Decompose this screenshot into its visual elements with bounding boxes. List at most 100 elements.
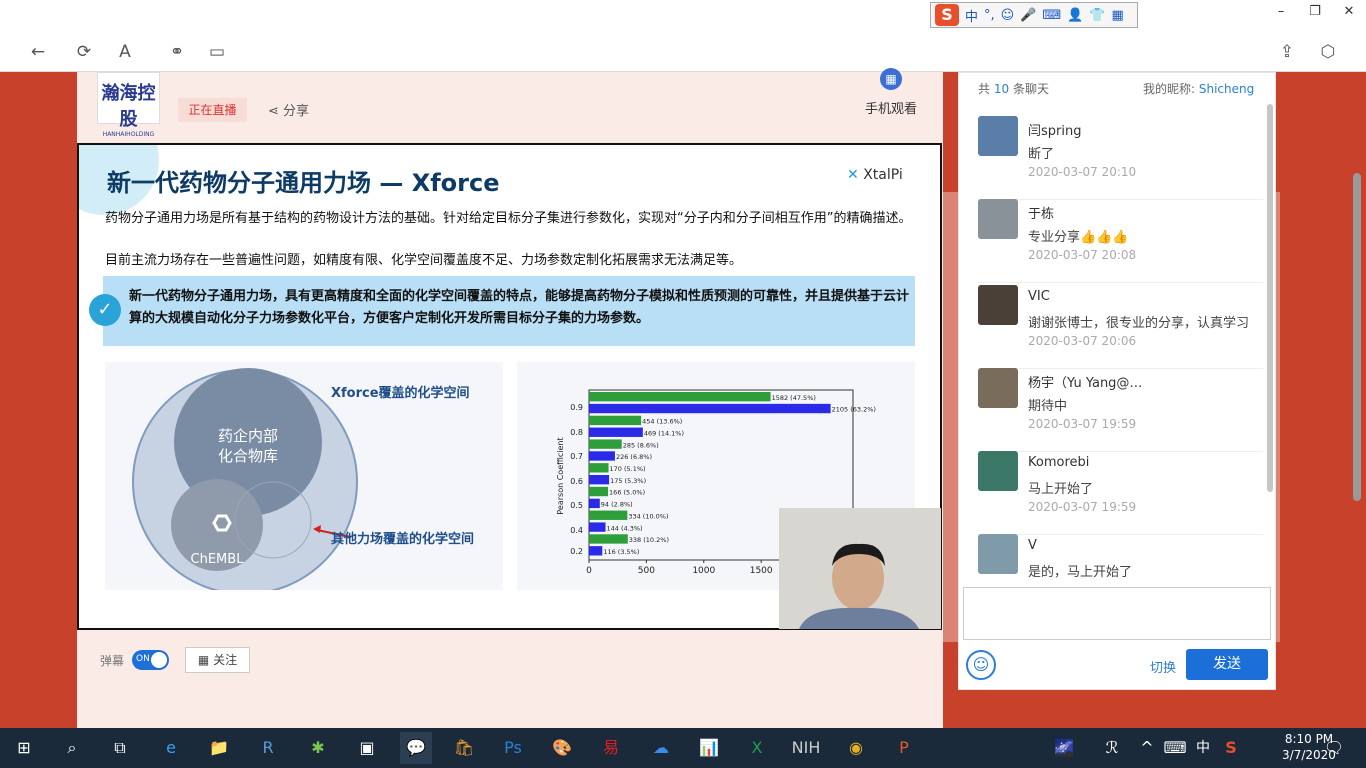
- project-icon[interactable]: 📊: [693, 732, 725, 764]
- share-button[interactable]: ⋖ 分享: [268, 100, 309, 119]
- bar-label: 285 (8.6%): [623, 441, 659, 449]
- extension-icon[interactable]: ⬡: [1315, 39, 1341, 65]
- bar: [589, 415, 642, 426]
- sender-name: 杨宇（Yu Yang@…: [1028, 376, 1143, 391]
- check-icon: ✓: [89, 294, 121, 326]
- page-scrollbar[interactable]: [1353, 173, 1361, 501]
- ime-mode[interactable]: 中: [965, 6, 978, 25]
- chat-count-suffix: 条聊天: [1012, 82, 1049, 96]
- x-tick-label: 0: [586, 566, 592, 576]
- explorer-icon[interactable]: 📁: [203, 732, 235, 764]
- ime-toolbar[interactable]: S 中 °, ☺ 🎤 ⌨ 👤 👕 ▦: [930, 2, 1138, 28]
- message-time: 2020-03-07 20:08: [1028, 248, 1137, 262]
- nickname-value[interactable]: Shicheng: [1199, 82, 1254, 96]
- store-icon[interactable]: 🛍: [448, 732, 480, 764]
- powerpoint-icon[interactable]: P: [888, 732, 920, 764]
- notification-icon[interactable]: 🗨: [1318, 732, 1350, 764]
- sogou-tray-icon[interactable]: S: [1215, 732, 1247, 764]
- company-logo: 瀚海控股 HANHAIHOLDING: [97, 72, 160, 138]
- emoji-icon[interactable]: ☺: [966, 650, 996, 680]
- share-icon: ⋖: [268, 104, 284, 119]
- bar: [589, 403, 831, 414]
- chat-input[interactable]: [963, 587, 1271, 640]
- y-tick-label: 0.5: [570, 501, 583, 510]
- follow-button[interactable]: ▦ 关注: [185, 647, 250, 673]
- bar: [589, 522, 606, 532]
- avatar: [978, 285, 1018, 325]
- tab-icon[interactable]: ▭: [204, 39, 230, 65]
- y-axis-label: Pearson Coefficient: [556, 437, 565, 514]
- message-content: 期待中: [1028, 399, 1068, 414]
- reader-icon[interactable]: A: [112, 39, 138, 65]
- switch-button[interactable]: 切换: [1150, 657, 1176, 676]
- restore-button[interactable]: ❐: [1300, 4, 1330, 24]
- minimize-button[interactable]: –: [1266, 4, 1296, 24]
- ime-grid-icon[interactable]: ▦: [1112, 8, 1124, 23]
- close-button[interactable]: ✕: [1334, 4, 1364, 24]
- link-icon[interactable]: ⚭: [164, 39, 190, 65]
- chat-nickname: 我的昵称: Shicheng: [1143, 80, 1254, 97]
- bar-label: 454 (13.6%): [642, 418, 682, 426]
- excel-icon[interactable]: X: [741, 732, 773, 764]
- venn-diagram: Xforce覆盖的化学空间 药企内部 化合物库 ChEMBL 其他力场覆盖的化学…: [105, 362, 503, 595]
- tray-app-icon[interactable]: 🌌: [1048, 732, 1080, 764]
- logo-text: 瀚海控股: [101, 83, 156, 130]
- bar: [589, 451, 615, 461]
- bar-label: 226 (6.8%): [616, 453, 652, 461]
- refresh-icon[interactable]: ⟳: [71, 39, 97, 65]
- edge-icon[interactable]: e: [155, 732, 187, 764]
- mobile-watch-button[interactable]: ▦ 手机观看: [858, 68, 924, 117]
- sender-name: VIC: [1028, 289, 1050, 304]
- avatar: [978, 368, 1018, 408]
- sogou-icon[interactable]: S: [935, 4, 959, 26]
- back-icon[interactable]: ←: [25, 39, 51, 65]
- xtalpi-mark-icon: ✕: [847, 167, 859, 183]
- wechat-icon[interactable]: 💬: [400, 732, 432, 764]
- highlight-box: ✓ 新一代药物分子通用力场，具有更高精度和全面的化学空间覆盖的特点，能够提高药物…: [89, 276, 915, 346]
- message-content: 谢谢张博士，很专业的分享，认真学习: [1028, 316, 1250, 331]
- chrome-icon[interactable]: ◉: [840, 732, 872, 764]
- sender-name: V: [1028, 538, 1037, 553]
- slide-paragraph-2: 目前主流力场存在一些普遍性问题，如精度有限、化学空间覆盖度不足、力场参数定制化拓…: [105, 253, 743, 268]
- ime-keyboard-icon[interactable]: ⌨: [1042, 8, 1061, 23]
- nih-icon[interactable]: NIH: [790, 732, 822, 764]
- live-badge: 正在直播: [178, 98, 247, 122]
- paint-icon[interactable]: 🎨: [546, 732, 578, 764]
- mobile-watch-label: 手机观看: [864, 102, 917, 117]
- bar-label: 170 (5.1%): [610, 465, 646, 473]
- ime-voice-icon[interactable]: 🎤: [1020, 8, 1036, 23]
- venn-xforce-label: Xforce覆盖的化学空间: [331, 386, 470, 401]
- chat-count-number: 10: [993, 82, 1010, 96]
- bar: [589, 486, 609, 497]
- app-icon[interactable]: ✱: [302, 732, 334, 764]
- share-page-icon[interactable]: ⇪: [1274, 39, 1300, 65]
- search-icon[interactable]: ⌕: [56, 732, 88, 764]
- venn-other-label: 其他力场覆盖的化学空间: [331, 532, 475, 547]
- youdao-icon[interactable]: 易: [595, 732, 627, 764]
- logo-subtext: HANHAIHOLDING: [102, 131, 155, 138]
- ime-punct[interactable]: °,: [984, 8, 995, 23]
- danmu-toggle[interactable]: ON: [132, 650, 169, 670]
- ime-emoji-icon[interactable]: ☺: [1001, 8, 1015, 23]
- presenter-camera: [779, 508, 941, 629]
- avatar: [978, 451, 1018, 491]
- slide-paragraph-1: 药物分子通用力场是所有基于结构的药物设计方法的基础。针对给定目标分子集进行参数化…: [105, 211, 912, 226]
- photoshop-icon[interactable]: Ps: [497, 732, 529, 764]
- r-icon[interactable]: R: [252, 732, 284, 764]
- start-icon[interactable]: ⊞: [8, 732, 40, 764]
- chat-count: 共 10 条聊天: [978, 80, 1049, 97]
- x-tick-label: 500: [638, 566, 655, 576]
- nickname-label: 我的昵称:: [1143, 82, 1196, 96]
- xtalpi-logo: ✕ XtalPi: [847, 167, 903, 183]
- chat-scrollbar[interactable]: [1267, 104, 1273, 492]
- task-view-icon[interactable]: ⧉: [104, 732, 136, 764]
- bar: [589, 439, 622, 449]
- people-icon[interactable]: ℛ: [1096, 732, 1128, 764]
- ime-user-icon[interactable]: 👤: [1067, 8, 1083, 23]
- send-button[interactable]: 发送: [1186, 649, 1268, 680]
- baidu-icon[interactable]: ☁: [645, 732, 677, 764]
- content-below: [77, 698, 943, 728]
- bar-label: 334 (10.0%): [628, 512, 668, 520]
- ime-skin-icon[interactable]: 👕: [1089, 8, 1105, 23]
- app-icon[interactable]: ▣: [351, 732, 383, 764]
